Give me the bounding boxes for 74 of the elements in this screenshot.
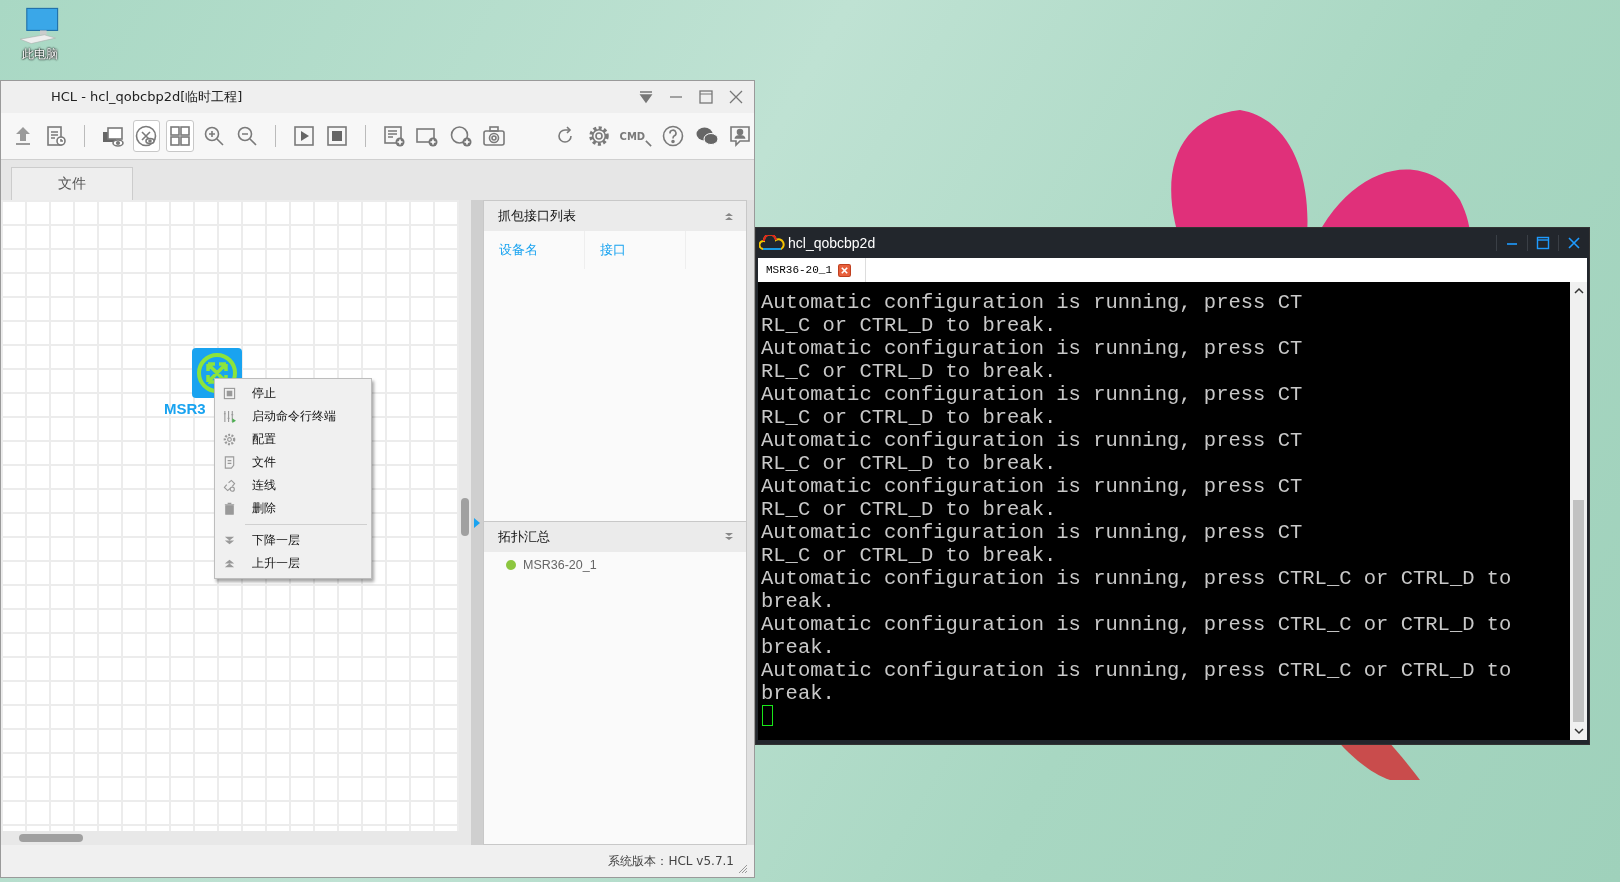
settings-icon (586, 124, 611, 148)
grid-icon (168, 124, 192, 148)
terminal-line: RL_C or CTRL_D to break. (761, 498, 1058, 521)
terminal-line: Automatic configuration is running, press CT (761, 521, 1304, 544)
terminal-line: Automatic configuration is running, press CT (761, 383, 1304, 406)
collapse-icon[interactable] (724, 211, 734, 221)
close-icon[interactable] (728, 89, 744, 105)
menu-item[interactable]: 连线 (215, 474, 371, 497)
scroll-up-icon[interactable] (1573, 287, 1584, 295)
version-text: 系统版本：HCL v5.7.1 (608, 852, 734, 870)
toolbar-button[interactable]: CMD (618, 120, 654, 152)
device-name[interactable]: MSR36-20_1 (523, 558, 597, 572)
terminal-line: RL_C or CTRL_D to break. (761, 314, 1058, 337)
panel-header[interactable]: 抓包接口列表 (484, 201, 746, 231)
list-plus-icon (381, 124, 406, 148)
terminal-line: Automatic configuration is running, press CTRL_C or CTRL_D to (761, 567, 1513, 590)
menu-item[interactable]: 上升一层 (215, 552, 371, 575)
menu-item[interactable]: 删除 (215, 497, 371, 520)
cloud-logo-icon (759, 235, 785, 251)
terminal-line: break. (761, 682, 836, 705)
maximize-icon[interactable] (698, 89, 714, 105)
person-speech-icon (728, 124, 753, 148)
terminal-line: Automatic configuration is running, press CT (761, 475, 1304, 498)
gear-icon (223, 433, 236, 446)
monitor-eye-icon (100, 124, 125, 148)
camera-icon (482, 124, 507, 148)
circle-plus-icon (448, 124, 473, 148)
menu-item[interactable]: 启动命令行终端 (215, 405, 371, 428)
link-icon (223, 479, 236, 492)
trash-icon (223, 502, 236, 515)
network-eye-icon (134, 124, 159, 148)
play-icon (291, 124, 316, 148)
toolbar-button[interactable] (132, 120, 161, 152)
terminal-line: RL_C or CTRL_D to break. (761, 452, 1058, 475)
terminal-line: Automatic configuration is running, press CT (761, 337, 1304, 360)
document-icon (223, 456, 236, 469)
terminal-line: Automatic configuration is running, press CTRL_C or CTRL_D to (761, 613, 1513, 636)
vertical-scrollbar[interactable] (1570, 282, 1587, 740)
panel-title: 抓包接口列表 (498, 207, 576, 225)
file-tab[interactable]: 文件 (11, 167, 133, 200)
close-icon[interactable] (838, 263, 851, 277)
terminal-line: Automatic configuration is running, press CT (761, 291, 1304, 314)
help-icon (661, 124, 686, 148)
chevron-down-icon (223, 534, 236, 547)
magnifier-icon (645, 140, 653, 147)
toolbar-button[interactable] (166, 120, 194, 152)
panel-header[interactable]: 拓扑汇总 (484, 521, 746, 552)
menu-item[interactable]: 配置 (215, 428, 371, 451)
text-cursor (762, 705, 773, 726)
dropdown-icon[interactable] (638, 89, 654, 105)
scroll-down-icon[interactable] (1573, 727, 1584, 735)
terminal-line: break. (761, 590, 836, 613)
stop-icon (325, 124, 350, 148)
terminal-line: break. (761, 636, 836, 659)
menu-item[interactable]: 停止 (215, 382, 371, 405)
device-label: MSR3 (164, 400, 206, 417)
terminal-line: RL_C or CTRL_D to break. (761, 406, 1058, 429)
chevron-up-icon (223, 557, 236, 570)
horizontal-scrollbar[interactable] (1, 831, 471, 845)
document-clock-icon (44, 124, 69, 148)
menu-item[interactable]: 文件 (215, 451, 371, 474)
sliders-icon (223, 410, 236, 423)
expand-icon[interactable] (724, 532, 734, 542)
stop-icon (223, 387, 236, 400)
topology-canvas[interactable]: MSR3 停止 启动命令行终端 配置 文件 连线 删除 下降一层 上升一层 (1, 200, 459, 831)
window-title: hcl_qobcbp2d (788, 235, 876, 251)
terminal-line: RL_C or CTRL_D to break. (761, 360, 1058, 383)
terminal-line: RL_C or CTRL_D to break. (761, 544, 1058, 567)
terminal-line: Automatic configuration is running, press CT (761, 429, 1304, 452)
resize-grip-icon[interactable] (738, 864, 748, 874)
terminal-line: Automatic configuration is running, press CTRL_C or CTRL_D to (761, 659, 1513, 682)
menu-item[interactable]: 下降一层 (215, 529, 371, 552)
panel-title: 拓扑汇总 (498, 528, 550, 546)
window-title: HCL - hcl_qobcbp2d[临时工程] (51, 88, 243, 106)
